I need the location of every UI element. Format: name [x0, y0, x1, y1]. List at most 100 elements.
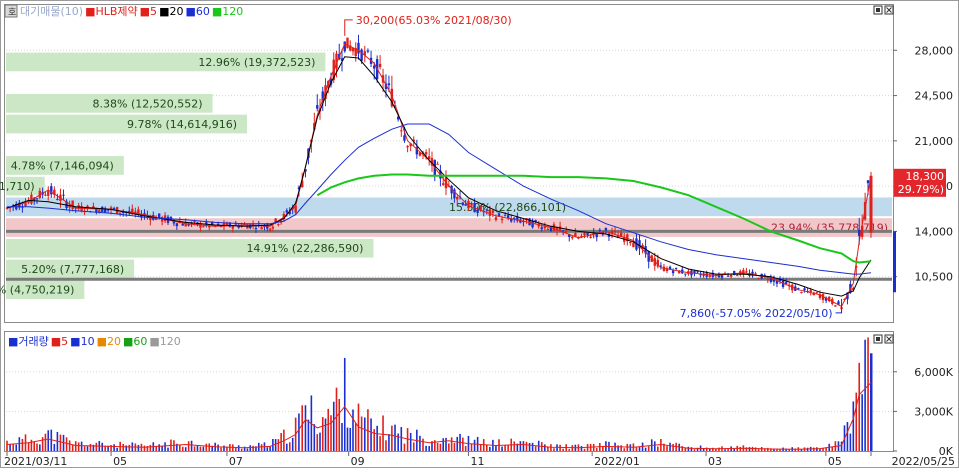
volume-bar	[349, 427, 352, 451]
volume-bar	[343, 357, 346, 451]
volume-bar	[53, 443, 56, 451]
candle-body	[571, 236, 574, 239]
volume-bar	[687, 446, 690, 451]
candle-body	[285, 210, 289, 213]
volume-bar	[657, 446, 659, 451]
candle-body	[24, 203, 27, 207]
volume-profile-label: 5.20% (7,777,168)	[21, 263, 124, 276]
legend-item: ■HLB제약	[85, 4, 138, 18]
volume-bar	[223, 445, 225, 451]
candle-body	[403, 135, 406, 141]
date-tick-label: 11	[470, 455, 484, 468]
volume-bar	[220, 447, 222, 451]
candle-body	[387, 83, 391, 86]
volume-bar	[208, 443, 211, 451]
volume-bar	[164, 442, 166, 451]
candle-body	[757, 278, 760, 280]
volume-profile-label: 4.78% (7,146,094)	[11, 159, 114, 172]
volume-bar	[158, 444, 160, 451]
candle-body	[456, 196, 459, 200]
candle-body	[595, 234, 598, 238]
volume-bar	[181, 446, 184, 451]
volume-bar	[27, 442, 30, 451]
candle-body	[736, 275, 739, 277]
volume-bar	[246, 448, 249, 451]
minimize-icon-inner	[876, 8, 880, 12]
candle-body	[470, 202, 473, 206]
volume-bar	[39, 444, 41, 451]
volume-legend-item: ■거래량	[8, 335, 49, 348]
candle-body	[613, 231, 617, 233]
candle-body	[540, 227, 543, 230]
candle-body	[500, 218, 504, 221]
candle-body	[476, 209, 479, 213]
candle-body	[112, 208, 116, 210]
volume-legend-item: ■60	[123, 335, 147, 348]
candle-body	[157, 213, 161, 218]
volume-bar	[346, 427, 349, 451]
volume-bar	[439, 443, 442, 451]
volume-bar	[724, 449, 726, 451]
volume-bar	[522, 441, 525, 451]
volume-bar	[748, 447, 751, 451]
volume-bar	[15, 444, 18, 451]
legend-item: ■60	[185, 5, 209, 18]
legend-item: ■5	[140, 5, 157, 18]
candle-body	[62, 194, 65, 196]
volume-bar	[501, 446, 503, 451]
volume-bar	[445, 437, 447, 451]
candle-body	[497, 213, 501, 216]
date-tick-label: 2021/03/11	[4, 455, 67, 468]
current-price-change: ( 29.79%)	[890, 183, 944, 196]
volume-profile-label: 1.57% (2,351,710)	[0, 180, 35, 193]
volume-bar	[113, 444, 115, 451]
volume-bar	[419, 435, 421, 451]
volume-bar	[80, 441, 83, 451]
candle-body	[708, 275, 711, 277]
candle-body	[674, 267, 678, 269]
candle-body	[546, 228, 550, 230]
volume-bar	[513, 441, 516, 451]
candle-body	[632, 242, 635, 248]
current-price-label: 18,300	[906, 170, 945, 183]
volume-bar	[301, 405, 303, 451]
volume-bar	[528, 442, 531, 451]
candle-body	[488, 209, 492, 216]
candle-body	[671, 270, 675, 274]
volume-bar	[44, 433, 47, 451]
candle-body	[378, 63, 382, 68]
volume-bar	[507, 444, 509, 451]
volume-bar	[436, 442, 439, 451]
volume-bar	[370, 418, 372, 451]
candle-body	[729, 274, 733, 277]
volume-bar	[595, 448, 598, 451]
volume-bar	[448, 443, 450, 451]
candle-body	[202, 226, 205, 228]
volume-bar	[864, 339, 866, 451]
volume-bar	[304, 405, 307, 451]
volume-bar	[382, 415, 384, 451]
volume-bar	[291, 437, 294, 451]
volume-bar	[394, 424, 396, 451]
volume-bar	[313, 424, 316, 451]
volume-bar	[205, 443, 208, 451]
candle-body	[766, 279, 769, 281]
candle-body	[442, 183, 445, 185]
volume-bar	[403, 443, 406, 451]
volume-bar	[18, 437, 21, 451]
volume-bar	[644, 447, 647, 451]
volume-bar	[9, 444, 11, 451]
volume-bar	[635, 447, 638, 451]
volume-bar	[666, 446, 668, 451]
volume-tick-label: 6,000K	[914, 366, 953, 379]
volume-bar	[116, 447, 118, 451]
candle-body	[137, 209, 140, 214]
volume-bar	[330, 415, 332, 451]
date-tick-label: 09	[351, 455, 365, 468]
volume-bar	[335, 387, 338, 451]
volume-bar	[274, 439, 277, 451]
volume-bar	[193, 446, 196, 451]
volume-bar	[412, 442, 415, 451]
volume-bar	[286, 443, 288, 451]
volume-bar	[800, 449, 803, 451]
